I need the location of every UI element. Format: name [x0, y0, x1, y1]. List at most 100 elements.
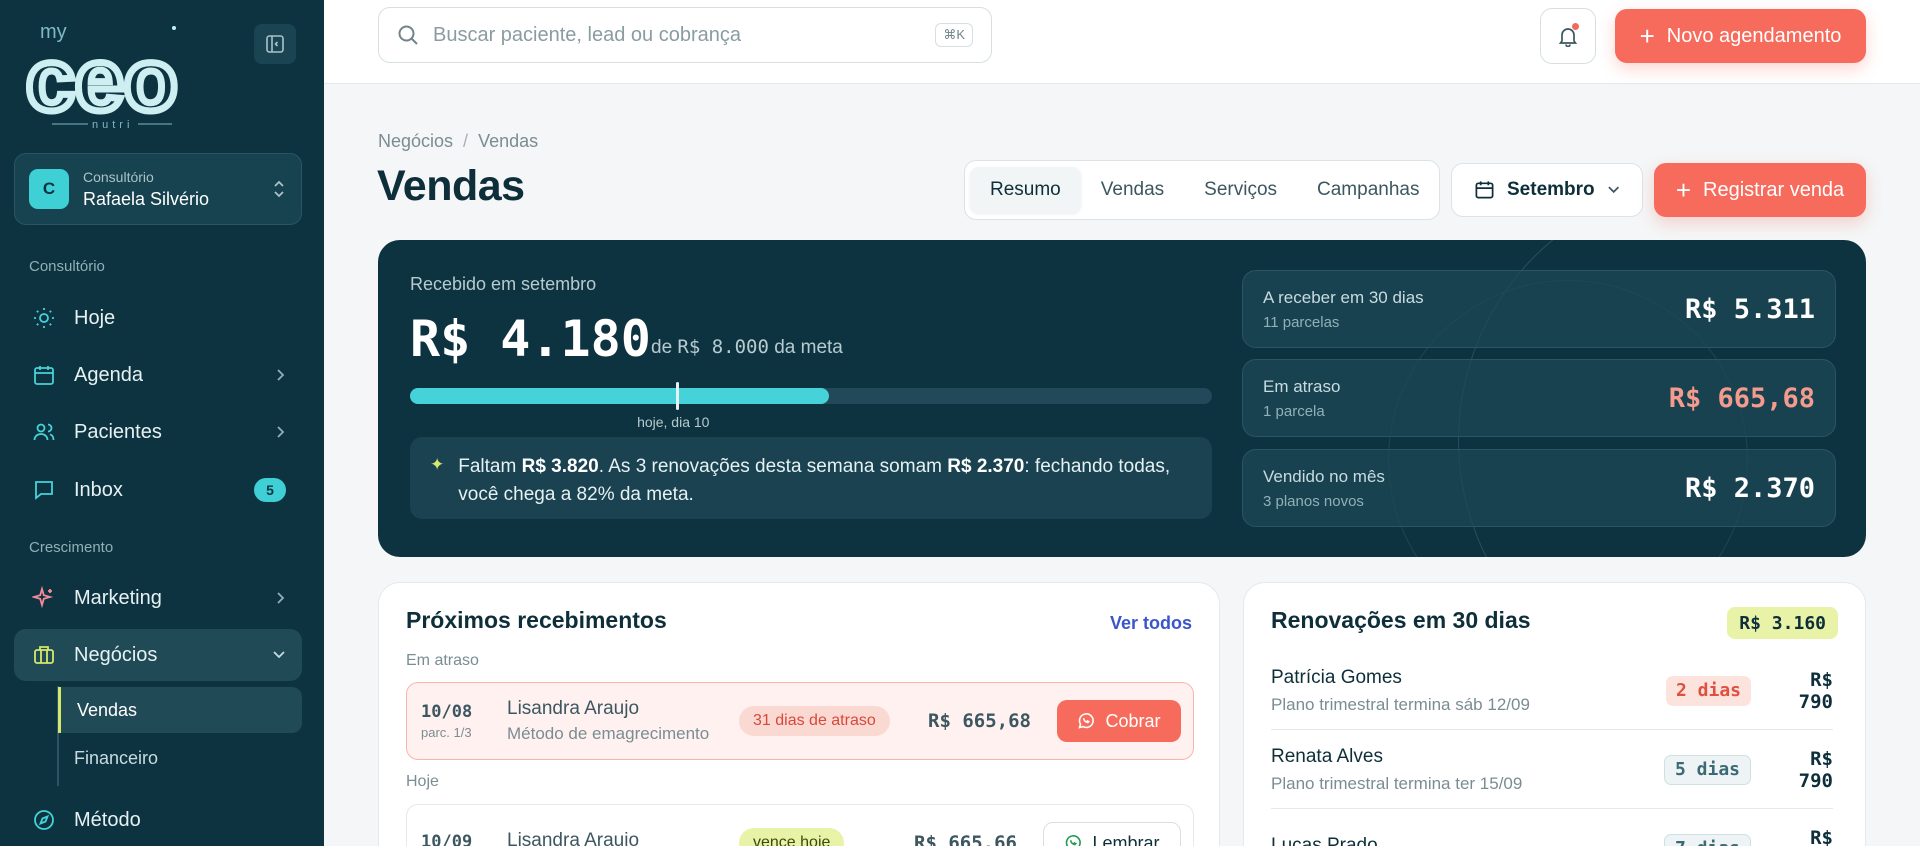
see-all-link[interactable]: Ver todos [1110, 613, 1192, 634]
remind-button[interactable]: Lembrar [1043, 822, 1181, 846]
chevron-right-icon [277, 426, 285, 438]
section-label-consultorio: Consultório [29, 258, 105, 275]
renewal-value: R$ 790 [1798, 668, 1833, 713]
topbar: Buscar paciente, lead ou cobrança ⌘K + N… [324, 0, 1920, 84]
organization-switcher[interactable]: C Consultório Rafaela Silvério [14, 153, 302, 225]
sidebar-subitem-financeiro[interactable]: Financeiro [58, 735, 302, 781]
receivables-card: Próximos recebimentos Ver todos Em atras… [378, 582, 1220, 846]
message-icon [30, 476, 58, 504]
renewal-value: R$ 790 [1810, 826, 1833, 846]
section-label-crescimento: Crescimento [29, 539, 114, 556]
whatsapp-icon [1064, 834, 1082, 846]
group-label-late: Em atraso [406, 652, 479, 669]
renewals-title: Renovações em 30 dias [1271, 607, 1531, 633]
brand-logo[interactable]: my ceo nutri [23, 20, 206, 133]
renewal-row[interactable]: Lucas Prado 7 dias R$ 790 [1271, 810, 1833, 846]
goal-value: R$ 8.000 [677, 336, 769, 358]
charge-button[interactable]: Cobrar [1057, 700, 1181, 742]
renewal-row[interactable]: Renata Alves Plano trimestral termina te… [1271, 731, 1833, 809]
status-badge: vence hoje [739, 828, 845, 846]
breadcrumb-vendas: Vendas [478, 131, 539, 151]
renewals-card: Renovações em 30 dias R$ 3.160 Patrícia … [1243, 582, 1866, 846]
users-icon [30, 418, 58, 446]
sidebar-item-marketing[interactable]: Marketing [14, 572, 302, 624]
renewals-total-badge: R$ 3.160 [1727, 607, 1838, 639]
stat-overdue[interactable]: Em atraso 1 parcela R$ 665,68 [1242, 359, 1836, 437]
renewal-row[interactable]: Patrícia Gomes Plano trimestral termina … [1271, 652, 1833, 730]
receivable-row[interactable]: 10/09 Lisandra Araujo vence hoje R$ 665,… [406, 804, 1194, 846]
goal-text: de R$ 8.000 da meta [651, 336, 843, 358]
notifications-button[interactable] [1540, 8, 1596, 64]
goal-progress-fill [410, 388, 830, 404]
tab-campanhas[interactable]: Campanhas [1297, 167, 1439, 213]
days-left-badge: 7 dias [1663, 833, 1751, 846]
panel-left-icon [266, 35, 284, 53]
sidebar-item-inbox[interactable]: Inbox 5 [14, 464, 302, 516]
chevron-up-down-icon [274, 180, 284, 198]
sun-icon [30, 304, 58, 332]
status-badge: 31 dias de atraso [739, 706, 890, 736]
section-tabs: Resumo Vendas Serviços Campanhas [964, 160, 1440, 220]
breadcrumb-negocios[interactable]: Negócios [378, 131, 453, 151]
received-label: Recebido em setembro [410, 274, 597, 294]
sparkle-icon: ✦ [430, 455, 445, 474]
stat-value: R$ 2.370 [1684, 472, 1815, 504]
sidebar-item-pacientes[interactable]: Pacientes [14, 406, 302, 458]
chevron-down-icon [1607, 186, 1619, 194]
briefcase-icon [30, 641, 58, 669]
page-title: Vendas [377, 162, 525, 210]
compass-icon [30, 806, 58, 834]
tab-resumo[interactable]: Resumo [970, 167, 1081, 213]
sidebar-collapse-button[interactable] [254, 24, 296, 64]
sidebar-item-hoje[interactable]: Hoje [14, 292, 302, 344]
days-left-badge: 5 dias [1663, 754, 1751, 785]
org-name: Rafaela Silvério [83, 188, 210, 209]
group-label-today: Hoje [406, 773, 439, 790]
org-avatar: C [29, 169, 69, 209]
insight-text: Faltam R$ 3.820. As 3 renovações desta s… [458, 456, 1171, 505]
calendar-icon [1475, 181, 1494, 199]
receivable-row[interactable]: 10/08 parc. 1/3 Lisandra Araujo Método d… [406, 682, 1194, 760]
register-sale-button[interactable]: + Registrar venda [1654, 163, 1866, 217]
new-appointment-button[interactable]: + Novo agendamento [1615, 9, 1866, 63]
breadcrumb: Negócios / Vendas [378, 131, 539, 151]
stat-receivable-30d[interactable]: A receber em 30 dias 11 parcelas R$ 5.31… [1242, 270, 1836, 348]
inbox-count-badge: 5 [254, 478, 286, 502]
amount: R$ 665,66 [914, 832, 1017, 846]
chevron-right-icon [277, 592, 285, 604]
whatsapp-icon [1077, 712, 1095, 730]
calendar-icon [30, 361, 58, 389]
svg-text:nutri: nutri [92, 119, 133, 130]
tab-servicos[interactable]: Serviços [1184, 167, 1297, 213]
sales-summary-card: Recebido em setembro R$ 4.180 de R$ 8.00… [378, 240, 1866, 557]
notification-dot [1572, 23, 1579, 30]
sidebar-item-metodo[interactable]: Método [14, 794, 302, 846]
today-marker [676, 382, 680, 410]
global-search[interactable]: Buscar paciente, lead ou cobrança ⌘K [378, 7, 992, 63]
sidebar-item-negocios[interactable]: Negócios [14, 629, 302, 681]
search-icon [398, 25, 418, 45]
stat-value: R$ 5.311 [1684, 293, 1815, 325]
svg-text:ceo: ceo [26, 30, 178, 129]
chevron-down-icon [273, 651, 285, 659]
org-type: Consultório [83, 168, 154, 185]
amount: R$ 665,68 [928, 710, 1031, 732]
today-marker-label: hoje, dia 10 [637, 414, 710, 430]
received-value: R$ 4.180 [410, 310, 651, 368]
tab-vendas[interactable]: Vendas [1081, 167, 1184, 213]
sidebar-subitem-vendas[interactable]: Vendas [58, 687, 302, 733]
receivables-title: Próximos recebimentos [406, 607, 667, 633]
plus-icon: + [1639, 21, 1655, 51]
search-shortcut-hint: ⌘K [935, 23, 973, 47]
goal-progress-bar [410, 382, 1212, 410]
sidebar-item-agenda[interactable]: Agenda [14, 349, 302, 401]
month-selector[interactable]: Setembro [1451, 163, 1643, 217]
insight-banner: ✦ Faltam R$ 3.820. As 3 renovações desta… [410, 437, 1212, 519]
plus-icon: + [1675, 175, 1691, 205]
sparkle-icon [30, 584, 58, 612]
search-input[interactable]: Buscar paciente, lead ou cobrança [433, 24, 935, 47]
renewal-value: R$ 790 [1798, 747, 1833, 792]
stat-sold-month[interactable]: Vendido no mês 3 planos novos R$ 2.370 [1242, 449, 1836, 527]
sidebar: my ceo nutri C Consultório Rafaela Silvé… [0, 0, 324, 846]
stat-value: R$ 665,68 [1668, 382, 1815, 414]
